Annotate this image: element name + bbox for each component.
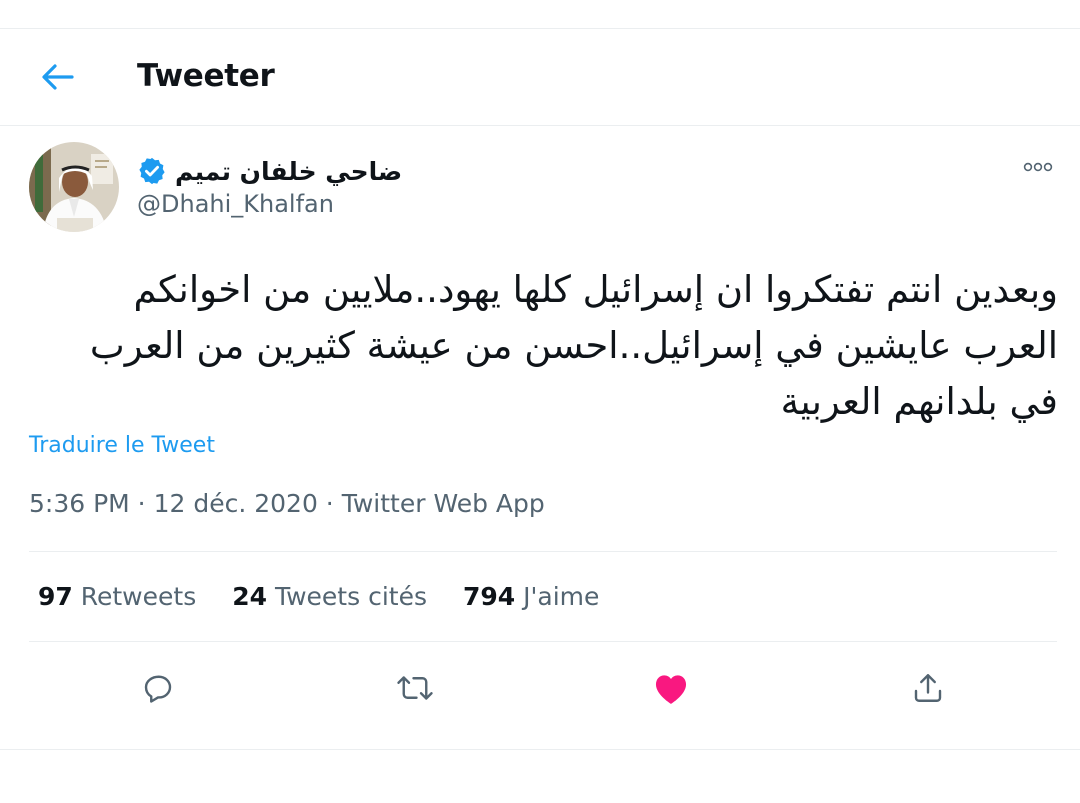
author-name-row[interactable]: ضاحي خلفان تميم xyxy=(137,152,402,190)
avatar[interactable] xyxy=(29,142,119,232)
retweets-count: 97 xyxy=(38,582,73,611)
back-button[interactable] xyxy=(32,56,82,98)
tweet-date[interactable]: 12 déc. 2020 xyxy=(154,489,318,518)
page-title: Tweeter xyxy=(137,58,275,94)
share-button[interactable] xyxy=(900,660,956,716)
tweet-text-line: العرب عايشين في إسرائيل..احسن من عيشة كث… xyxy=(89,324,1058,367)
likes-count: 794 xyxy=(462,582,516,611)
reply-button[interactable] xyxy=(130,660,186,716)
tweet-text-line: وبعدين انتم تفتكروا ان إسرائيل كلها يهود… xyxy=(133,268,1058,311)
more-options-icon xyxy=(1023,162,1053,172)
quote-tweets-stat[interactable]: 24 Tweets cités xyxy=(232,582,427,611)
meta-separator: · xyxy=(129,489,154,518)
page-header: Tweeter xyxy=(0,28,1080,126)
author-display-name: ضاحي خلفان تميم xyxy=(175,156,403,186)
like-button[interactable] xyxy=(643,660,699,716)
reply-icon xyxy=(144,675,172,703)
divider xyxy=(29,641,1057,642)
divider xyxy=(29,551,1057,552)
likes-label: J'aime xyxy=(523,582,600,611)
tweet-text-line: في بلدانهم العربية xyxy=(780,380,1058,423)
avatar-image xyxy=(29,142,119,232)
heart-icon xyxy=(655,675,687,704)
tweet-text: وبعدين انتم تفتكروا ان إسرائيل كلها يهود… xyxy=(30,262,1058,430)
tweet-metadata: 5:36 PM · 12 déc. 2020 · Twitter Web App xyxy=(29,489,545,518)
meta-separator: · xyxy=(317,489,342,518)
tweet-stats: 97 Retweets 24 Tweets cités 794 J'aime xyxy=(38,582,599,611)
likes-stat[interactable]: 794 J'aime xyxy=(463,582,599,611)
author-handle[interactable]: @Dhahi_Khalfan xyxy=(137,190,334,218)
arrow-left-icon xyxy=(42,64,74,90)
tweet-time[interactable]: 5:36 PM xyxy=(29,489,130,518)
verified-badge-icon xyxy=(139,157,165,185)
tweet-actions-bar xyxy=(0,660,1080,716)
retweet-button[interactable] xyxy=(387,660,443,716)
retweets-stat[interactable]: 97 Retweets xyxy=(38,582,196,611)
quote-tweets-count: 24 xyxy=(232,582,268,611)
retweets-label: Retweets xyxy=(80,582,197,611)
quote-tweets-label: Tweets cités xyxy=(274,582,427,611)
retweet-icon xyxy=(397,676,433,700)
tweet-source-app[interactable]: Twitter Web App xyxy=(342,489,545,518)
more-options-button[interactable] xyxy=(1018,152,1058,182)
translate-tweet-link[interactable]: Traduire le Tweet xyxy=(29,433,215,458)
share-icon xyxy=(914,674,942,702)
